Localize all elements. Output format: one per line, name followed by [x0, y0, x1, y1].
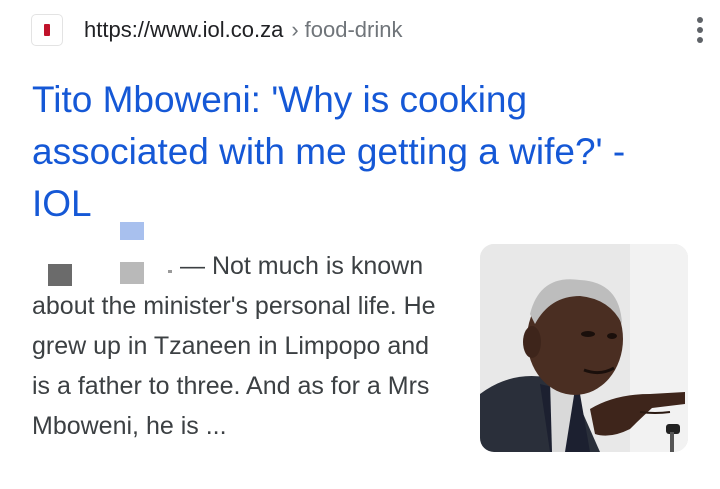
result-url-path[interactable]: food-drink	[305, 17, 403, 43]
more-vert-icon-dot	[697, 27, 703, 33]
result-source-row[interactable]: https://www.iol.co.za › food-drink	[32, 10, 703, 50]
more-vert-icon	[697, 17, 703, 23]
iol-favicon-icon	[32, 15, 62, 45]
more-vert-icon-dot	[697, 37, 703, 43]
snippet-text: — Not much is known about the minister's…	[32, 252, 436, 440]
search-result-card: https://www.iol.co.za › food-drink Tito …	[0, 0, 720, 489]
redacted-block	[120, 222, 144, 240]
thumbnail-illustration	[480, 244, 688, 452]
breadcrumb-separator: ›	[291, 17, 299, 42]
result-title-link[interactable]: Tito Mboweni: 'Why is cooking associated…	[32, 74, 682, 230]
article-thumbnail-photo[interactable]	[480, 244, 688, 452]
result-url[interactable]: https://www.iol.co.za	[84, 17, 283, 43]
result-snippet: — Not much is known about the minister's…	[32, 246, 442, 446]
favicon-mark	[44, 24, 50, 36]
more-options-button[interactable]	[688, 14, 712, 46]
